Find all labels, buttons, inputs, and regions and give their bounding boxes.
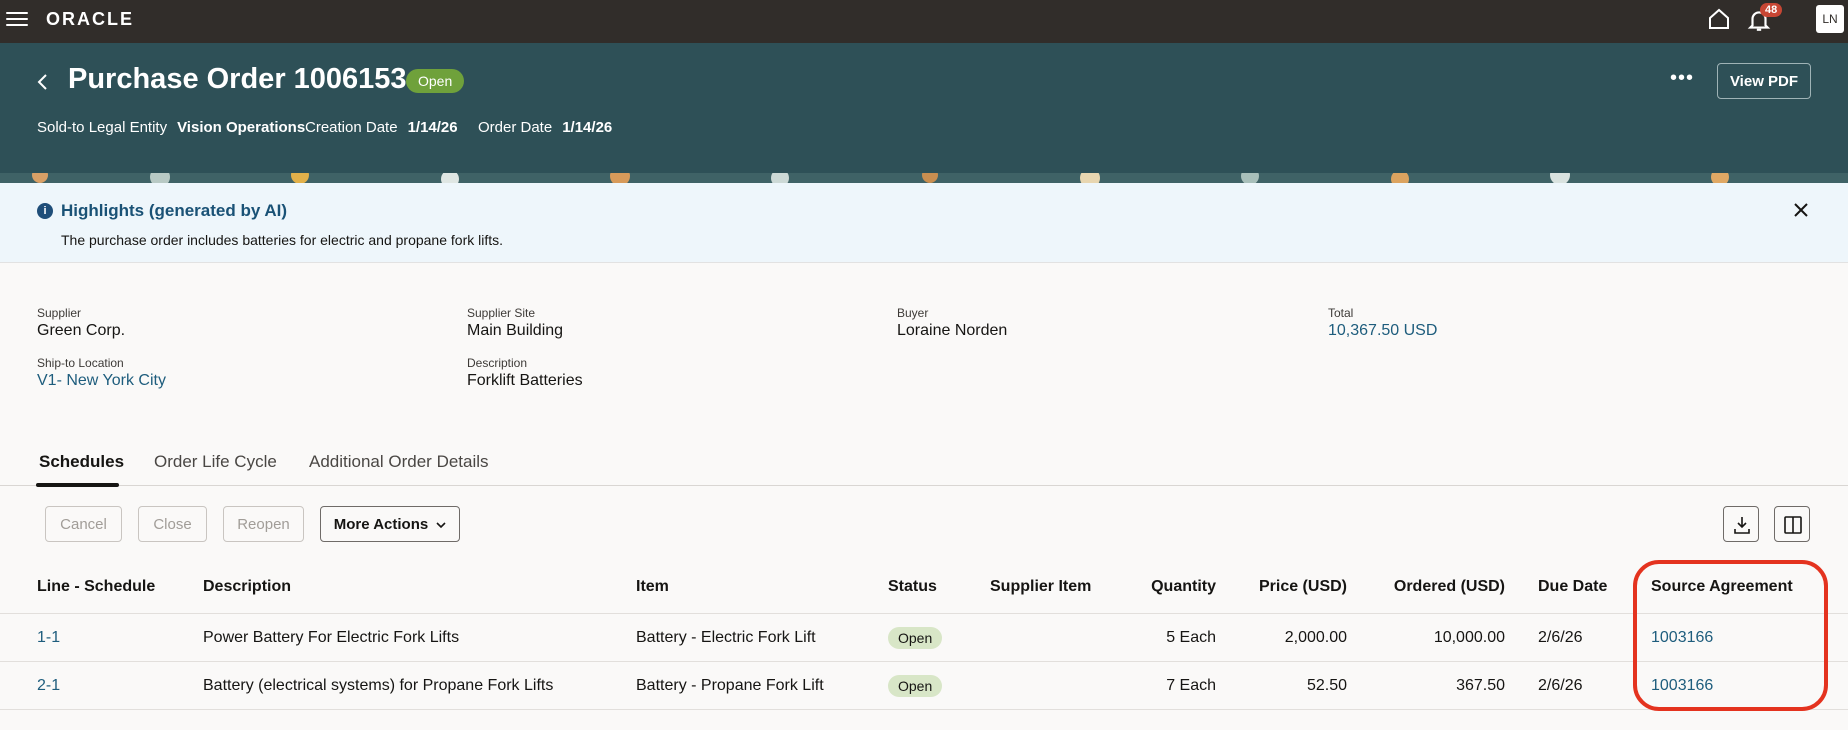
supplier-field: Supplier Green Corp. <box>37 306 126 339</box>
description-field: Description Forklift Batteries <box>467 356 583 389</box>
column-header-item[interactable]: Item <box>636 578 669 596</box>
close-icon[interactable] <box>1790 199 1812 221</box>
row-status-badge: Open <box>888 675 943 697</box>
row-quantity: 5 Each <box>1166 629 1216 646</box>
reopen-button[interactable]: Reopen <box>223 506 304 542</box>
row-price: 52.50 <box>1306 677 1347 694</box>
column-header-supplier-item[interactable]: Supplier Item <box>990 578 1091 596</box>
order-date: Order Date 1/14/26 <box>478 119 613 136</box>
more-actions-button[interactable]: More Actions <box>320 506 460 542</box>
ai-highlights-panel: i Highlights (generated by AI) The purch… <box>0 183 1848 263</box>
line-schedule-link[interactable]: 1-1 <box>37 629 60 647</box>
column-header-line-schedule[interactable]: Line - Schedule <box>37 578 155 596</box>
creation-date: Creation Date 1/14/26 <box>305 119 458 136</box>
highlights-text: The purchase order includes batteries fo… <box>61 232 504 248</box>
decorative-banner <box>0 173 1848 183</box>
line-schedule-link[interactable]: 2-1 <box>37 677 60 695</box>
page-header: Purchase Order 1006153 Open Sold-to Lega… <box>0 43 1848 173</box>
download-icon <box>1734 517 1750 534</box>
column-header-price[interactable]: Price (USD) <box>1226 578 1347 596</box>
cancel-button[interactable]: Cancel <box>45 506 122 542</box>
buyer-field: Buyer Loraine Norden <box>897 306 1008 339</box>
column-header-source-agreement[interactable]: Source Agreement <box>1651 578 1793 596</box>
home-icon[interactable] <box>1707 7 1731 31</box>
supplier-site-field: Supplier Site Main Building <box>467 306 564 339</box>
row-item: Battery - Electric Fork Lift <box>636 629 816 646</box>
column-header-due-date[interactable]: Due Date <box>1538 578 1607 596</box>
column-header-status[interactable]: Status <box>888 578 937 596</box>
column-header-quantity[interactable]: Quantity <box>1100 578 1216 596</box>
export-button[interactable] <box>1723 506 1759 542</box>
row-ordered: 10,000.00 <box>1433 629 1505 646</box>
row-divider <box>0 661 1848 662</box>
row-status-badge: Open <box>888 627 943 649</box>
row-quantity: 7 Each <box>1166 677 1216 694</box>
notifications-button[interactable]: 48 <box>1746 3 1786 35</box>
total-link[interactable]: 10,367.50 USD <box>1328 322 1437 340</box>
notification-count-badge: 48 <box>1760 3 1783 17</box>
more-options-icon[interactable]: ••• <box>1670 68 1694 92</box>
highlights-title: Highlights (generated by AI) <box>61 201 288 220</box>
row-ordered: 367.50 <box>1456 677 1505 694</box>
info-icon: i <box>37 203 53 219</box>
tab-schedules[interactable]: Schedules <box>39 452 124 472</box>
chevron-down-icon <box>436 521 446 528</box>
source-agreement-link[interactable]: 1003166 <box>1651 629 1713 647</box>
row-price: 2,000.00 <box>1284 629 1347 646</box>
close-button[interactable]: Close <box>138 506 207 542</box>
row-item: Battery - Propane Fork Lift <box>636 677 824 694</box>
tab-bar: Schedules Order Life Cycle Additional Or… <box>0 446 1848 487</box>
row-due-date: 2/6/26 <box>1538 629 1583 646</box>
status-badge: Open <box>406 69 465 93</box>
columns-icon <box>1784 516 1802 534</box>
row-description: Power Battery For Electric Fork Lifts <box>203 629 460 646</box>
global-header: ORACLE 48 LN <box>0 0 1848 43</box>
column-header-description[interactable]: Description <box>203 578 291 596</box>
total-field: Total 10,367.50 USD <box>1328 306 1438 340</box>
tab-order-life-cycle[interactable]: Order Life Cycle <box>154 452 277 472</box>
row-divider <box>0 613 1848 614</box>
source-agreement-link[interactable]: 1003166 <box>1651 677 1713 695</box>
sold-to-legal-entity: Sold-to Legal Entity Vision Operations <box>37 119 306 136</box>
back-icon[interactable] <box>34 70 52 94</box>
oracle-logo[interactable]: ORACLE <box>46 9 134 30</box>
column-header-ordered[interactable]: Ordered (USD) <box>1357 578 1505 596</box>
menu-icon[interactable] <box>6 9 28 29</box>
active-tab-indicator <box>36 483 119 487</box>
user-avatar[interactable]: LN <box>1816 5 1844 33</box>
more-actions-label: More Actions <box>333 515 429 533</box>
row-divider <box>0 709 1848 710</box>
row-description: Battery (electrical systems) for Propane… <box>203 677 554 694</box>
tab-additional-order-details[interactable]: Additional Order Details <box>309 452 489 472</box>
columns-button[interactable] <box>1774 506 1810 542</box>
view-pdf-button[interactable]: View PDF <box>1717 63 1811 99</box>
ship-to-location-field: Ship-to Location V1- New York City <box>37 356 166 390</box>
row-due-date: 2/6/26 <box>1538 677 1583 694</box>
page-title: Purchase Order 1006153 <box>68 63 407 95</box>
ship-to-location-link[interactable]: V1- New York City <box>37 372 166 390</box>
